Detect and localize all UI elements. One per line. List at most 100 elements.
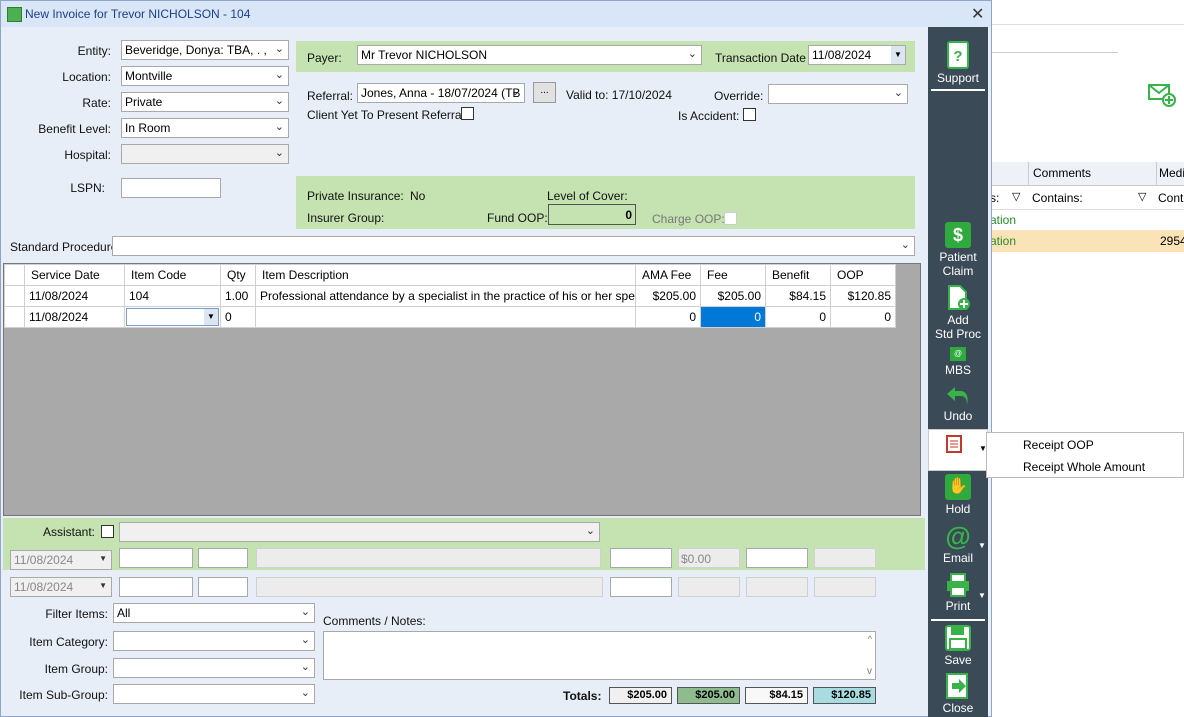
support-button[interactable]: ? Support xyxy=(928,41,988,85)
second-fee[interactable] xyxy=(678,577,740,597)
column-oop[interactable]: OOP xyxy=(830,264,896,286)
dropdown-arrow-icon[interactable]: ▼ xyxy=(204,309,218,325)
column-benefit[interactable]: Benefit xyxy=(765,264,831,286)
column-qty[interactable]: Qty xyxy=(220,264,256,286)
add-std-proc-button[interactable]: Add Std Proc xyxy=(928,285,988,341)
cell-oop[interactable]: $120.85 xyxy=(830,285,896,307)
second-benefit[interactable] xyxy=(746,577,808,597)
assistant-fee[interactable]: $0.00 xyxy=(678,548,740,568)
column-ama-fee[interactable]: AMA Fee xyxy=(635,264,701,286)
assistant-date-2[interactable]: 11/08/2024 ▼ xyxy=(10,577,112,597)
table-header-row: Service Date Item Code Qty Item Descript… xyxy=(4,264,896,286)
chevron-down-icon: ⌄ xyxy=(274,121,284,133)
cell-oop[interactable]: 0 xyxy=(830,306,896,328)
payer-select[interactable]: Mr Trevor NICHOLSON ⌄ xyxy=(357,45,702,65)
scroll-down-icon[interactable]: v xyxy=(867,666,872,677)
cell-benefit[interactable]: 0 xyxy=(765,306,831,328)
second-description[interactable] xyxy=(256,577,603,597)
filter-icon[interactable]: ▽ xyxy=(1138,190,1146,203)
close-icon[interactable]: ✕ xyxy=(971,4,984,24)
cell-ama-fee[interactable]: 0 xyxy=(635,306,701,328)
mbs-button[interactable]: @ MBS xyxy=(928,347,988,377)
mail-add-icon[interactable] xyxy=(1148,82,1176,108)
item-category-select[interactable]: ⌄ xyxy=(113,631,315,651)
filter-contains[interactable]: Contains: xyxy=(1032,191,1083,205)
row-selector[interactable] xyxy=(4,306,25,328)
second-ama-fee[interactable] xyxy=(610,577,672,597)
hospital-select[interactable]: ⌄ xyxy=(121,144,289,164)
lspn-input[interactable] xyxy=(121,178,221,198)
cell-item-description[interactable] xyxy=(255,306,636,328)
column-medi[interactable]: Medi xyxy=(1156,162,1184,186)
email-button[interactable]: @ Email ▼ xyxy=(928,523,988,565)
background-row-selected[interactable]: ation 2954 xyxy=(990,230,1184,252)
exit-icon xyxy=(946,673,968,699)
standard-procedure-select[interactable]: ⌄ xyxy=(112,236,915,256)
yet-to-present-checkbox[interactable] xyxy=(461,107,474,120)
item-group-select[interactable]: ⌄ xyxy=(113,658,315,678)
close-button[interactable]: Close xyxy=(928,673,988,715)
assistant-description[interactable] xyxy=(256,548,601,568)
filter-icon[interactable]: ▽ xyxy=(1012,190,1020,203)
menu-item-receipt-oop[interactable]: Receipt OOP xyxy=(1023,438,1094,452)
column-item-code[interactable]: Item Code xyxy=(124,264,221,286)
row-value: 2954 xyxy=(1160,234,1184,248)
background-row[interactable]: ation xyxy=(990,210,1184,230)
lspn-label: LSPN: xyxy=(70,181,105,195)
cell-item-description[interactable]: Professional attendance by a specialist … xyxy=(255,285,636,307)
print-button[interactable]: Print ▼ xyxy=(928,573,988,613)
cell-service-date[interactable]: 11/08/2024 xyxy=(24,285,125,307)
receipt-dropdown-button[interactable]: ▼ xyxy=(928,429,988,471)
assistant-oop[interactable] xyxy=(814,548,876,568)
filter-items-select[interactable]: All ⌄ xyxy=(113,603,315,623)
assistant-ama-fee[interactable] xyxy=(610,548,672,568)
referral-select[interactable]: Jones, Anna - 18/07/2024 (TB ⌄ xyxy=(357,83,525,103)
chevron-down-icon: ⌄ xyxy=(900,239,910,251)
cell-item-code[interactable]: 104 xyxy=(124,285,221,307)
table-row[interactable]: 11/08/2024 ▼ 0 0 0 0 0 xyxy=(4,306,896,328)
rate-select[interactable]: Private ⌄ xyxy=(121,92,289,112)
assistant-benefit[interactable] xyxy=(746,548,808,568)
assistant-select[interactable]: ⌄ xyxy=(119,522,600,542)
assistant-checkbox[interactable] xyxy=(101,525,114,538)
cell-fee[interactable]: $205.00 xyxy=(700,285,766,307)
assistant-item-code[interactable] xyxy=(119,548,193,568)
benefit-level-select[interactable]: In Room ⌄ xyxy=(121,118,289,138)
column-service-date[interactable]: Service Date xyxy=(24,264,125,286)
assistant-qty[interactable] xyxy=(198,548,248,568)
comments-textarea[interactable]: ^ v xyxy=(323,631,876,680)
cell-service-date[interactable]: 11/08/2024 xyxy=(24,306,125,328)
column-item-description[interactable]: Item Description xyxy=(255,264,636,286)
table-row[interactable]: 11/08/2024 104 1.00 Professional attenda… xyxy=(4,285,896,307)
cell-fee-selected[interactable]: 0 xyxy=(700,306,766,328)
entity-select[interactable]: Beveridge, Donya: TBA, . , ⌄ xyxy=(121,40,289,60)
referral-browse-button[interactable]: ... xyxy=(533,82,556,103)
column-comments[interactable]: Comments xyxy=(1028,162,1156,186)
location-select[interactable]: Montville ⌄ xyxy=(121,66,289,86)
filter-contains[interactable]: Conta xyxy=(1158,191,1184,205)
chevron-down-icon: ⌄ xyxy=(300,634,310,646)
charge-oop-checkbox[interactable] xyxy=(724,212,737,225)
save-button[interactable]: Save xyxy=(928,625,988,667)
item-sub-group-select[interactable]: ⌄ xyxy=(113,684,315,704)
undo-button[interactable]: Undo xyxy=(928,385,988,423)
second-qty[interactable] xyxy=(198,577,248,597)
menu-item-receipt-whole-amount[interactable]: Receipt Whole Amount xyxy=(1023,460,1145,474)
accident-checkbox[interactable] xyxy=(743,108,756,121)
cell-qty[interactable]: 0 xyxy=(220,306,256,328)
second-item-code[interactable] xyxy=(119,577,193,597)
override-select[interactable]: ⌄ xyxy=(768,84,908,104)
cell-ama-fee[interactable]: $205.00 xyxy=(635,285,701,307)
cell-item-code[interactable]: ▼ xyxy=(124,306,221,328)
scroll-up-icon[interactable]: ^ xyxy=(868,634,872,644)
patient-claim-button[interactable]: $ Patient Claim xyxy=(928,222,988,278)
cell-benefit[interactable]: $84.15 xyxy=(765,285,831,307)
assistant-date-1[interactable]: 11/08/2024 ▼ xyxy=(10,550,112,570)
hold-button[interactable]: ✋ Hold xyxy=(928,474,988,516)
second-oop[interactable] xyxy=(814,577,876,597)
row-selector[interactable] xyxy=(4,285,25,307)
item-code-combo[interactable]: ▼ xyxy=(126,308,219,326)
column-fee[interactable]: Fee xyxy=(700,264,766,286)
transaction-date-picker[interactable]: 11/08/2024 ▼ xyxy=(808,45,906,65)
cell-qty[interactable]: 1.00 xyxy=(220,285,256,307)
